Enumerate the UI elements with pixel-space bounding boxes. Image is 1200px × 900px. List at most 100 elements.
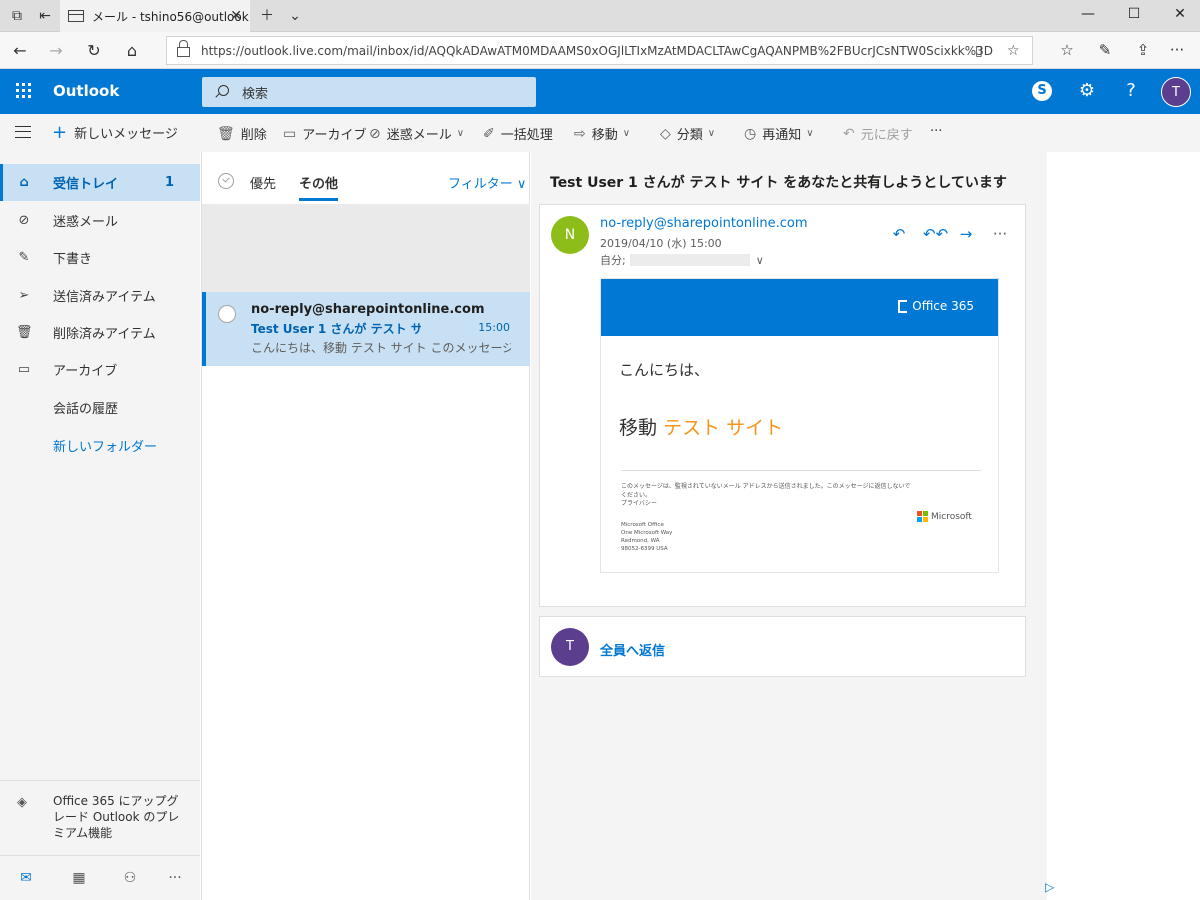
junk-button[interactable]: ⊘ 迷惑メール ∨ <box>369 124 465 144</box>
close-tab-icon[interactable]: ✕ <box>230 8 242 24</box>
upgrade-promo[interactable]: ◈ Office 365 にアップグレード Outlook のプレミアム機能 <box>0 780 200 850</box>
broom-icon: ✐ <box>483 125 495 142</box>
search-input[interactable]: 検索 <box>202 77 536 107</box>
forward-icon[interactable]: → <box>956 225 976 243</box>
filter-button[interactable]: フィルター ∨ <box>448 173 526 192</box>
archive-button[interactable]: ▭ アーカイブ <box>283 124 366 144</box>
browser-tab-bar: ⧉ ⇤ メール - tshino56@outlook ✕ ＋ ⌄ — ☐ ✕ <box>0 0 1200 32</box>
tab-list-chevron-icon[interactable]: ⌄ <box>286 7 304 25</box>
share-icon[interactable]: ⇪ <box>1132 41 1154 59</box>
home-icon[interactable]: ⌂ <box>122 41 142 61</box>
select-all-checkbox[interactable] <box>218 173 234 189</box>
archive-icon: ▭ <box>283 125 297 142</box>
people-icon[interactable]: ⚇ <box>120 870 140 886</box>
send-icon: ➢ <box>18 288 30 303</box>
microsoft-grid-icon <box>917 511 928 522</box>
chevron-down-icon: ∨ <box>516 177 527 192</box>
url-text: https://outlook.live.com/mail/inbox/id/A… <box>201 43 993 58</box>
reading-view-icon[interactable]: ▯ <box>975 43 983 59</box>
folder-inbox[interactable]: ⌂ 受信トレイ 1 <box>0 164 200 201</box>
sender-address[interactable]: no-reply@sharepointonline.com <box>600 216 807 231</box>
chevron-down-icon: ∨ <box>622 128 631 139</box>
tab-title: メール - tshino56@outlook <box>92 9 249 24</box>
message-select-radio[interactable] <box>218 305 236 323</box>
pen-notes-icon[interactable]: ✎ <box>1094 41 1116 59</box>
avatar[interactable]: T <box>1161 77 1191 107</box>
favorite-star-icon[interactable]: ☆ <box>1007 43 1020 59</box>
app-brand[interactable]: Outlook <box>53 82 119 100</box>
message-card: N no-reply@sharepointonline.com 2019/04/… <box>539 204 1026 607</box>
new-tab-icon[interactable]: ＋ <box>258 7 276 25</box>
reply-all-button[interactable]: 全員へ返信 <box>600 640 665 659</box>
search-icon <box>218 85 229 96</box>
inbox-pivot: 優先 その他 フィルター ∨ <box>202 152 530 204</box>
reply-icon[interactable]: ↶ <box>889 225 909 243</box>
list-item[interactable]: no-reply@sharepointonline.com Test User … <box>202 292 530 366</box>
chevron-down-icon: ∨ <box>806 128 814 139</box>
skype-icon[interactable]: S <box>1032 81 1052 101</box>
reading-pane: Test User 1 さんが テスト サイト をあなたと共有しようとしています… <box>531 152 1047 900</box>
help-icon[interactable]: ? <box>1120 80 1142 102</box>
list-placeholder-band <box>202 204 530 292</box>
message-sender: no-reply@sharepointonline.com <box>251 302 485 317</box>
browser-tab[interactable]: メール - tshino56@outlook ✕ <box>60 0 250 32</box>
undo-icon: ↶ <box>843 125 855 142</box>
app-launcher-icon[interactable] <box>16 83 32 99</box>
refresh-icon[interactable]: ↻ <box>84 41 104 61</box>
tab-focused[interactable]: 優先 <box>250 173 276 192</box>
folder-sent[interactable]: ➢ 送信済みアイテム <box>0 277 200 314</box>
tab-actions-icon[interactable]: ⧉ <box>8 7 26 25</box>
more-options-icon[interactable]: ··· <box>990 225 1010 243</box>
gear-icon[interactable]: ⚙ <box>1076 80 1098 102</box>
mail-icon[interactable]: ✉ <box>16 870 36 886</box>
new-message-button[interactable]: + 新しいメッセージ <box>52 123 178 142</box>
browser-address-bar: ← → ↻ ⌂ https://outlook.live.com/mail/in… <box>0 32 1200 69</box>
folder-deleted[interactable]: 🗑 削除済みアイテム <box>0 314 200 351</box>
email-title: 移動 テスト サイト <box>619 417 784 439</box>
office-icon <box>898 299 908 313</box>
trash-icon: 🗑 <box>217 125 235 142</box>
undo-button[interactable]: ↶ 元に戻す <box>843 124 913 144</box>
email-body: Office 365 こんにちは、 移動 テスト サイト このメッセージは、監視… <box>600 278 999 573</box>
new-folder-link[interactable]: 新しいフォルダー <box>0 427 200 464</box>
folder-junk[interactable]: ⊘ 迷惑メール <box>0 202 200 239</box>
email-footer: このメッセージは、監視されていないメール アドレスから送信されました。このメッセ… <box>621 483 911 509</box>
maximize-icon[interactable]: ☐ <box>1124 6 1144 22</box>
email-divider <box>621 470 981 471</box>
ad-choices-icon[interactable]: ▷ <box>1045 880 1054 894</box>
search-placeholder: 検索 <box>242 86 269 102</box>
folder-drafts[interactable]: ✎ 下書き <box>0 239 200 276</box>
plus-icon: + <box>52 121 68 143</box>
sender-avatar[interactable]: N <box>551 216 589 254</box>
url-field[interactable]: https://outlook.live.com/mail/inbox/id/A… <box>166 36 1033 65</box>
forward-icon[interactable]: → <box>46 41 66 61</box>
back-icon[interactable]: ← <box>10 41 30 61</box>
move-button[interactable]: ⇨ 移動 ∨ <box>574 124 631 144</box>
more-actions-button[interactable]: ··· <box>930 124 942 139</box>
sweep-button[interactable]: ✐ 一括処理 <box>483 124 553 144</box>
microsoft-logo: Microsoft <box>917 511 972 522</box>
delete-button[interactable]: 🗑 削除 <box>217 124 267 144</box>
chevron-down-icon: ∨ <box>456 128 465 139</box>
snooze-button[interactable]: ◷ 再通知 ∨ <box>744 124 814 144</box>
folder-archive[interactable]: ▭ アーカイブ <box>0 351 200 388</box>
site-link[interactable]: テスト サイト <box>663 417 783 439</box>
categorize-button[interactable]: ◇ 分類 ∨ <box>660 124 715 144</box>
reply-all-icon[interactable]: ↶↶ <box>923 225 948 243</box>
quick-reply-card[interactable]: T 全員へ返信 <box>539 616 1026 677</box>
folder-conversation-history[interactable]: 会話の履歴 <box>0 389 200 426</box>
minimize-icon[interactable]: — <box>1078 6 1098 22</box>
message-date: 2019/04/10 (水) 15:00 <box>600 237 722 250</box>
chevron-down-icon[interactable]: ∨ <box>756 254 764 267</box>
more-apps-icon[interactable]: ··· <box>165 870 185 886</box>
user-avatar: T <box>551 628 589 666</box>
calendar-icon[interactable]: ▦ <box>69 870 89 886</box>
tab-other[interactable]: その他 <box>299 173 339 201</box>
close-window-icon[interactable]: ✕ <box>1170 6 1190 22</box>
settings-more-icon[interactable]: ··· <box>1166 41 1188 59</box>
favorites-hub-icon[interactable]: ☆ <box>1056 41 1078 59</box>
set-tabs-aside-icon[interactable]: ⇤ <box>36 7 54 25</box>
hamburger-menu-icon[interactable] <box>15 126 31 138</box>
privacy-link[interactable]: プライバシー <box>621 500 911 509</box>
message-list: 優先 その他 フィルター ∨ no-reply@sharepointonline… <box>201 152 530 900</box>
